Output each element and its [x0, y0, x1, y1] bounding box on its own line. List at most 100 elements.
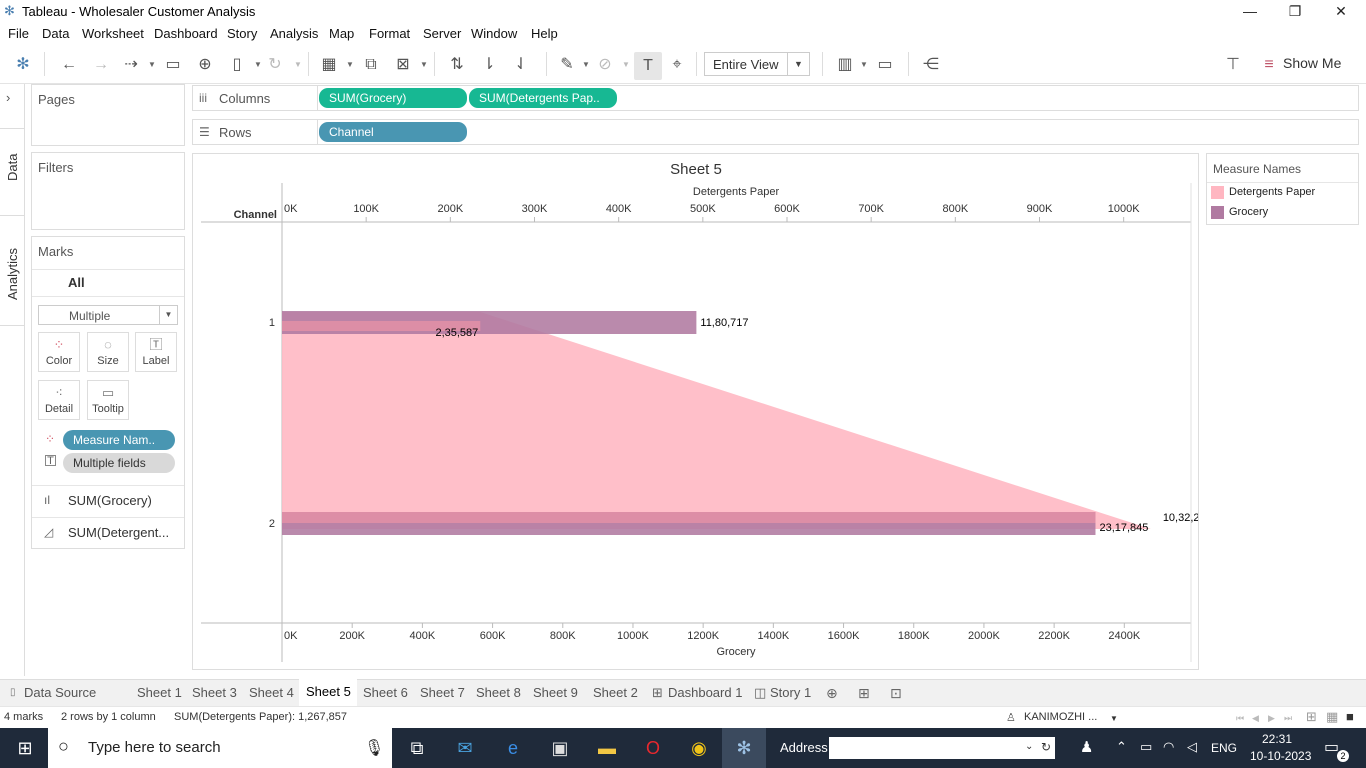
size-button[interactable]: ◌ Size	[87, 332, 129, 372]
swap-rows-columns-icon[interactable]: ⇅	[446, 54, 468, 76]
measure-names-pill[interactable]: Measure Nam..	[63, 430, 175, 450]
undo-icon[interactable]: ←	[58, 54, 80, 76]
tab-story-1[interactable]: Story 1	[770, 685, 811, 700]
first-sheet-icon[interactable]: ⏮	[1236, 713, 1244, 724]
rows-pill-channel[interactable]: Channel	[319, 122, 467, 142]
menu-data[interactable]: Data	[42, 26, 69, 41]
new-story-tab-icon[interactable]: ⊡	[890, 685, 902, 702]
chevron-up-icon[interactable]: ⌃	[1116, 739, 1127, 755]
next-sheet-icon[interactable]: ▶	[1268, 713, 1275, 724]
menu-story[interactable]: Story	[227, 26, 257, 41]
duplicate-icon[interactable]: ⧉	[360, 54, 382, 76]
filters-card[interactable]: Filters	[31, 152, 185, 230]
tab-sheet-3[interactable]: Sheet 3	[192, 685, 237, 700]
fit-select[interactable]: Entire View ▼	[704, 52, 810, 76]
refresh-icon[interactable]: ↻	[1041, 740, 1051, 754]
wifi-icon[interactable]: ◠	[1163, 739, 1174, 755]
tableau-taskbar-item[interactable]: ✻	[722, 728, 766, 768]
chevron-right-icon[interactable]: ›	[6, 90, 10, 105]
marks-grocery-tab[interactable]: ıl SUM(Grocery)	[32, 485, 184, 515]
analytics-tab[interactable]: Analytics	[0, 216, 24, 326]
close-button[interactable]: ✕	[1321, 2, 1361, 22]
tab-sheet-7[interactable]: Sheet 7	[420, 685, 465, 700]
new-dashboard-tab-icon[interactable]: ⊞	[858, 685, 870, 702]
edge-icon[interactable]: e	[500, 736, 526, 760]
share-icon[interactable]: ⋲	[920, 54, 942, 76]
marks-all-tab[interactable]: All	[32, 269, 184, 297]
data-tab[interactable]: Data	[0, 128, 24, 216]
replay-icon[interactable]: ⇢	[120, 54, 142, 76]
detail-button[interactable]: ⁖ Detail	[38, 380, 80, 420]
battery-icon[interactable]: ▭	[1140, 739, 1152, 755]
menu-worksheet[interactable]: Worksheet	[82, 26, 144, 41]
chevron-down-icon[interactable]: ▼	[159, 306, 177, 324]
tab-dashboard-1[interactable]: Dashboard 1	[668, 685, 742, 700]
detergents-area[interactable]	[282, 312, 1151, 529]
columns-pill-grocery[interactable]: SUM(Grocery)	[319, 88, 467, 108]
new-worksheet-icon[interactable]: ▦	[318, 54, 340, 76]
clock-time[interactable]: 22:31	[1262, 732, 1292, 746]
file-explorer-icon[interactable]: ▬	[594, 736, 620, 760]
group-members-icon[interactable]: ⊘	[594, 54, 616, 76]
sort-descending-icon[interactable]: ⇃	[510, 54, 532, 76]
new-data-source-icon[interactable]: ⊕	[194, 54, 216, 76]
show-me-label[interactable]: Show Me	[1283, 55, 1341, 71]
last-sheet-icon[interactable]: ⏭	[1284, 713, 1292, 724]
people-icon[interactable]: ♟	[1080, 738, 1093, 756]
multiple-fields-pill[interactable]: Multiple fields	[63, 453, 175, 473]
tab-sheet-5-active[interactable]: Sheet 5	[299, 679, 357, 706]
menu-file[interactable]: File	[8, 26, 29, 41]
presentation-mode-icon[interactable]: ▭	[874, 54, 896, 76]
viz-pane[interactable]: Sheet 5 Detergents Paper Channel 0K 100K 2…	[192, 153, 1212, 670]
rows-shelf[interactable]: ☰ Rows Channel	[192, 119, 1359, 145]
color-button[interactable]: ⁘ Color	[38, 332, 80, 372]
filmstrip-icon[interactable]: ⊞	[1306, 709, 1317, 725]
tab-sheet-8[interactable]: Sheet 8	[476, 685, 521, 700]
pause-updates-icon[interactable]: ▯	[226, 54, 248, 76]
store-icon[interactable]: ▣	[547, 736, 573, 760]
save-icon[interactable]: ▭	[162, 54, 184, 76]
columns-shelf[interactable]: iii Columns SUM(Grocery) SUM(Detergents …	[192, 85, 1359, 111]
legend-item-detergents[interactable]: Detergents Paper	[1229, 186, 1315, 198]
sort-ascending-icon[interactable]: ⇂	[478, 54, 500, 76]
chevron-down-icon[interactable]: ⌄	[1025, 741, 1033, 752]
tab-data-source[interactable]: Data Source	[24, 685, 96, 700]
menu-window[interactable]: Window	[471, 26, 517, 41]
show-mark-labels-icon[interactable]: T	[634, 52, 662, 80]
minimize-button[interactable]: —	[1230, 2, 1270, 22]
restore-button[interactable]: ❐	[1275, 2, 1315, 22]
address-input[interactable]: ⌄ ↻	[829, 737, 1055, 759]
grid-view-icon[interactable]: ▦	[1326, 709, 1338, 725]
chevron-down-icon[interactable]: ▼	[787, 53, 809, 75]
new-worksheet-tab-icon[interactable]: ⊕	[826, 685, 838, 702]
chart-svg[interactable]: Sheet 5 Detergents Paper Channel 0K 100K 2…	[193, 154, 1212, 669]
taskbar-search[interactable]: ○ Type here to search 🎙	[48, 728, 392, 768]
menu-map[interactable]: Map	[329, 26, 354, 41]
clock-date[interactable]: 10-10-2023	[1250, 749, 1311, 763]
mark-type-select[interactable]: Multiple ▼	[38, 305, 178, 325]
tabs-view-icon[interactable]: ■	[1346, 709, 1354, 724]
mail-icon[interactable]: ✉	[452, 736, 478, 760]
marks-detergents-tab[interactable]: ◿ SUM(Detergent...	[32, 517, 184, 547]
chrome-icon[interactable]: ◉	[686, 736, 712, 760]
menu-help[interactable]: Help	[531, 26, 558, 41]
tab-sheet-6[interactable]: Sheet 6	[363, 685, 408, 700]
task-view-icon[interactable]: ⧉	[404, 736, 430, 760]
refresh-icon[interactable]: ↻	[264, 54, 286, 76]
color-legend[interactable]: Measure Names Detergents Paper Grocery	[1206, 153, 1359, 225]
tooltip-button[interactable]: ▭ Tooltip	[87, 380, 129, 420]
label-button[interactable]: 🅃 Label	[135, 332, 177, 372]
tableau-home-icon[interactable]: ✻	[12, 54, 34, 76]
tab-sheet-4[interactable]: Sheet 4	[249, 685, 294, 700]
chevron-down-icon[interactable]: ▼	[1110, 714, 1118, 723]
columns-pill-detergents[interactable]: SUM(Detergents Pap..	[469, 88, 617, 108]
clear-sheet-icon[interactable]: ⊠	[392, 54, 414, 76]
legend-item-grocery[interactable]: Grocery	[1229, 206, 1268, 218]
microphone-icon[interactable]: 🎙	[364, 738, 384, 758]
menu-format[interactable]: Format	[369, 26, 410, 41]
tab-sheet-9[interactable]: Sheet 9	[533, 685, 578, 700]
menu-dashboard[interactable]: Dashboard	[154, 26, 218, 41]
menu-server[interactable]: Server	[423, 26, 461, 41]
volume-icon[interactable]: ◁	[1187, 739, 1197, 755]
prev-sheet-icon[interactable]: ◀	[1252, 713, 1259, 724]
